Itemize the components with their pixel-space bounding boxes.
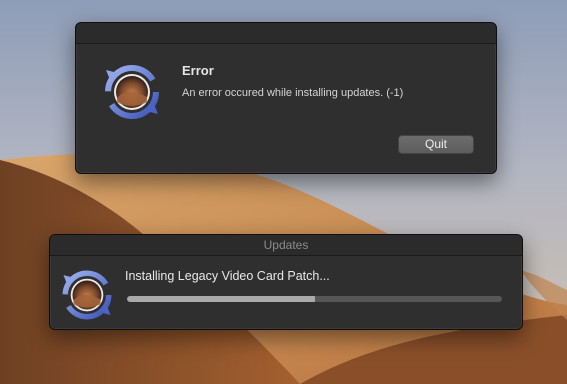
updates-window: Updates Installing Legacy Video Card Pat… bbox=[49, 234, 523, 330]
install-progress-fill bbox=[127, 296, 315, 302]
install-progress-bar bbox=[127, 296, 502, 302]
error-dialog: Error An error occured while installing … bbox=[75, 22, 497, 174]
quit-button[interactable]: Quit bbox=[398, 135, 474, 154]
error-message: An error occured while installing update… bbox=[182, 87, 404, 99]
install-status-text: Installing Legacy Video Card Patch... bbox=[125, 269, 330, 283]
software-update-icon bbox=[105, 65, 159, 119]
software-update-icon bbox=[62, 270, 112, 320]
updates-window-title[interactable]: Updates bbox=[50, 235, 522, 256]
error-title: Error bbox=[182, 63, 214, 78]
error-dialog-titlebar[interactable] bbox=[76, 23, 496, 44]
